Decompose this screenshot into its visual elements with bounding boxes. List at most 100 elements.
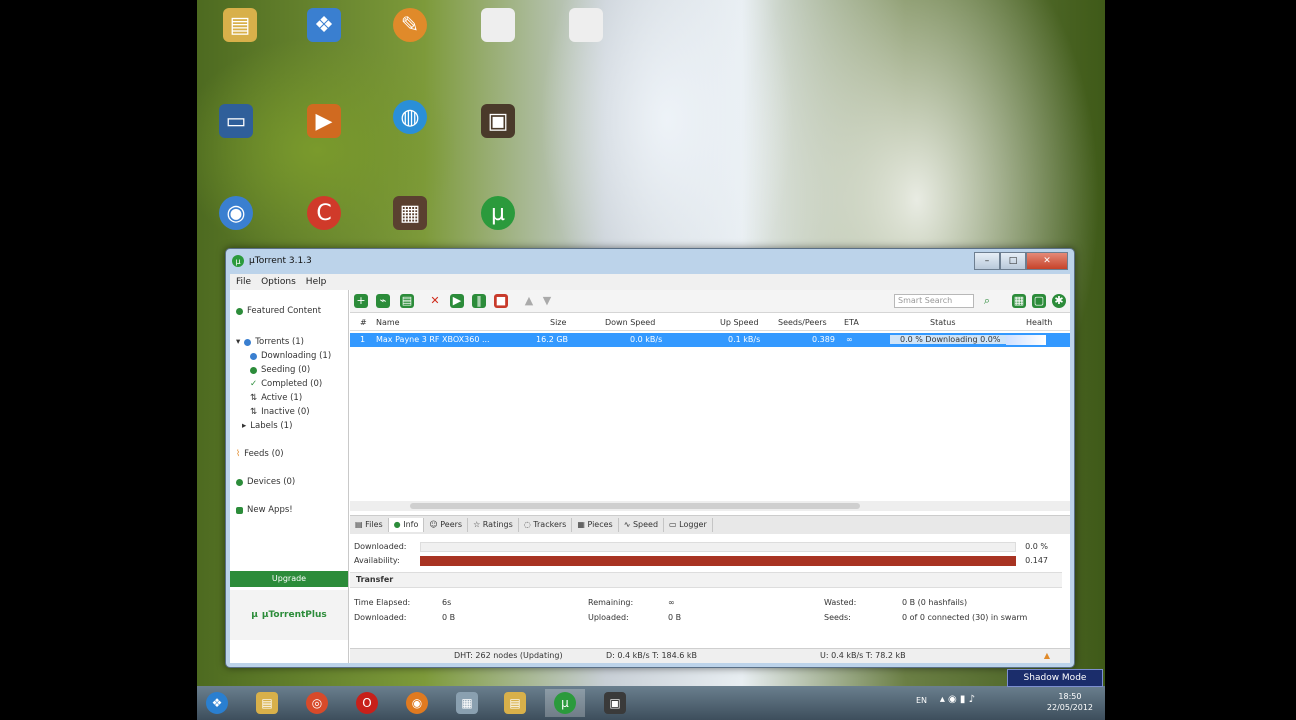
dht-status[interactable]: DHT: 262 nodes (Updating): [454, 651, 563, 660]
upgrade-button[interactable]: Upgrade: [230, 571, 348, 587]
settings-icon[interactable]: ✱: [1052, 294, 1066, 308]
sidebar-item-devices[interactable]: Devices (0): [236, 477, 295, 487]
taskbar-opera[interactable]: O: [347, 689, 387, 717]
desktop-icon-ccleaner[interactable]: C: [289, 196, 359, 230]
remaining-label: Remaining:: [588, 598, 634, 607]
window-controls: – □ ✕: [974, 252, 1068, 270]
close-button[interactable]: ✕: [1026, 252, 1068, 270]
tab-info[interactable]: ● Info: [388, 518, 425, 532]
col-num[interactable]: #: [360, 318, 367, 327]
ratings-icon: ☆: [473, 520, 483, 529]
sidebar-item-active[interactable]: ⇅ Active (1): [250, 393, 302, 403]
col-up-speed[interactable]: Up Speed: [720, 318, 759, 327]
create-torrent-icon[interactable]: ▤: [400, 294, 414, 308]
toolbar: + ⌁ ▤ ✕ ▶ ‖ ■ ▲ ▼ Smart Search ⌕ ▦ ▢ ✱: [350, 290, 1070, 313]
label-icon: ▸: [242, 421, 247, 431]
pieces-icon: ▦: [577, 520, 588, 529]
taskbar-folder[interactable]: ▤: [495, 689, 535, 717]
remote-icon[interactable]: ▢: [1032, 294, 1046, 308]
col-size[interactable]: Size: [550, 318, 566, 327]
scrollbar-thumb[interactable]: [410, 503, 860, 509]
tab-speed[interactable]: ∿ Speed: [619, 518, 665, 532]
menu-options[interactable]: Options: [261, 277, 296, 287]
language-indicator[interactable]: EN: [916, 696, 927, 705]
speed-icon: ∿: [623, 520, 633, 529]
sidebar-item-completed[interactable]: ✓ Completed (0): [250, 379, 322, 389]
desktop-icon-photo[interactable]: ▦: [375, 196, 445, 230]
maximize-button[interactable]: □: [1000, 252, 1026, 270]
pause-icon[interactable]: ‖: [472, 294, 486, 308]
desktop-icon-file-2[interactable]: [551, 8, 621, 42]
download-status[interactable]: D: 0.4 kB/s T: 184.6 kB: [606, 651, 697, 660]
desktop-icon-network[interactable]: ◉: [201, 196, 271, 230]
upload-status[interactable]: U: 0.4 kB/s T: 78.2 kB: [820, 651, 906, 660]
sidebar-item-featured[interactable]: Featured Content: [236, 306, 321, 316]
sidebar-item-labels[interactable]: ▸ Labels (1): [242, 421, 292, 431]
remove-icon[interactable]: ✕: [428, 294, 442, 308]
desktop-icon-paint[interactable]: ✎: [375, 8, 445, 42]
search-input[interactable]: Smart Search: [894, 294, 974, 308]
downloaded-label: Downloaded:: [354, 542, 407, 551]
utorrent-plus-logo[interactable]: µ µTorrentPlus: [230, 590, 348, 640]
col-status[interactable]: Status: [930, 318, 956, 327]
sidebar-item-inactive[interactable]: ⇅ Inactive (0): [250, 407, 310, 417]
taskbar-chrome[interactable]: ◎: [297, 689, 337, 717]
row-size: 16.2 GB: [536, 335, 569, 344]
menu-bar: File Options Help: [230, 274, 1070, 290]
col-health[interactable]: Health: [1026, 318, 1052, 327]
transfer-header: Transfer: [350, 572, 1062, 588]
sidebar-item-torrents[interactable]: ▾ Torrents (1): [236, 337, 304, 347]
stop-icon[interactable]: ■: [494, 294, 508, 308]
table-row[interactable]: 1 Max Payne 3 RF XBOX360 ... 16.2 GB 0.0…: [350, 333, 1070, 347]
taskbar-app-1[interactable]: ▦: [447, 689, 487, 717]
add-url-icon[interactable]: ⌁: [376, 294, 390, 308]
desktop-icon-computer[interactable]: ▭: [201, 104, 271, 138]
seed-icon: [250, 366, 257, 374]
start-icon[interactable]: ▶: [450, 294, 464, 308]
sidebar-item-seeding[interactable]: Seeding (0): [250, 365, 310, 375]
tab-peers[interactable]: ☺ Peers: [424, 518, 469, 532]
col-name[interactable]: Name: [376, 318, 400, 327]
tab-ratings[interactable]: ☆ Ratings: [468, 518, 519, 532]
sidebar-item-new-apps[interactable]: New Apps!: [236, 505, 293, 515]
title-bar[interactable]: µ µTorrent 3.1.3: [226, 249, 1074, 273]
view-icon[interactable]: ▦: [1012, 294, 1026, 308]
menu-help[interactable]: Help: [306, 277, 327, 287]
minimize-button[interactable]: –: [974, 252, 1000, 270]
downloaded-bar: [420, 542, 1016, 552]
move-down-icon[interactable]: ▼: [540, 294, 554, 308]
col-down-speed[interactable]: Down Speed: [605, 318, 655, 327]
add-torrent-icon[interactable]: +: [354, 294, 368, 308]
taskbar-firefox[interactable]: ◉: [397, 689, 437, 717]
desktop-icon-folder[interactable]: ▤: [205, 8, 275, 42]
sidebar-item-feeds[interactable]: ⌇ Feeds (0): [236, 449, 284, 459]
clock[interactable]: 18:50 22/05/2012: [1047, 691, 1093, 713]
col-seeds-peers[interactable]: Seeds/Peers: [778, 318, 827, 327]
tab-logger[interactable]: ▭ Logger: [664, 518, 713, 532]
desktop-icon-utorrent[interactable]: µ: [463, 196, 533, 230]
taskbar-utorrent[interactable]: µ: [545, 689, 585, 717]
taskbar-app-2[interactable]: ▣: [595, 689, 635, 717]
move-up-icon[interactable]: ▲: [522, 294, 536, 308]
utorrent-icon: µ: [481, 196, 515, 230]
sidebar-item-downloading[interactable]: Downloading (1): [250, 351, 331, 361]
col-eta[interactable]: ETA: [844, 318, 859, 327]
desktop-icon-media[interactable]: ▶: [289, 104, 359, 138]
uploaded-label: Uploaded:: [588, 613, 629, 622]
warning-icon[interactable]: ▲: [1044, 651, 1050, 660]
tab-files[interactable]: ▤ Files: [350, 518, 389, 532]
desktop-icon-file-1[interactable]: [463, 8, 533, 42]
desktop-icon-video[interactable]: ▣: [463, 104, 533, 138]
row-seeds-peers: 0.389: [812, 335, 835, 344]
desktop-icon-windows[interactable]: ❖: [289, 8, 359, 42]
menu-file[interactable]: File: [236, 277, 251, 287]
tab-trackers[interactable]: ◌ Trackers: [519, 518, 573, 532]
tab-pieces[interactable]: ▦ Pieces: [572, 518, 619, 532]
search-icon[interactable]: ⌕: [980, 294, 994, 308]
tray-icons[interactable]: ▴ ◉ ▮ ♪: [940, 694, 975, 705]
seeds-label: Seeds:: [824, 613, 851, 622]
taskbar-explorer[interactable]: ▤: [247, 689, 287, 717]
horizontal-scrollbar[interactable]: [350, 501, 1070, 511]
start-button[interactable]: ❖: [197, 689, 237, 717]
desktop-icon-globe[interactable]: ◍: [375, 100, 445, 134]
